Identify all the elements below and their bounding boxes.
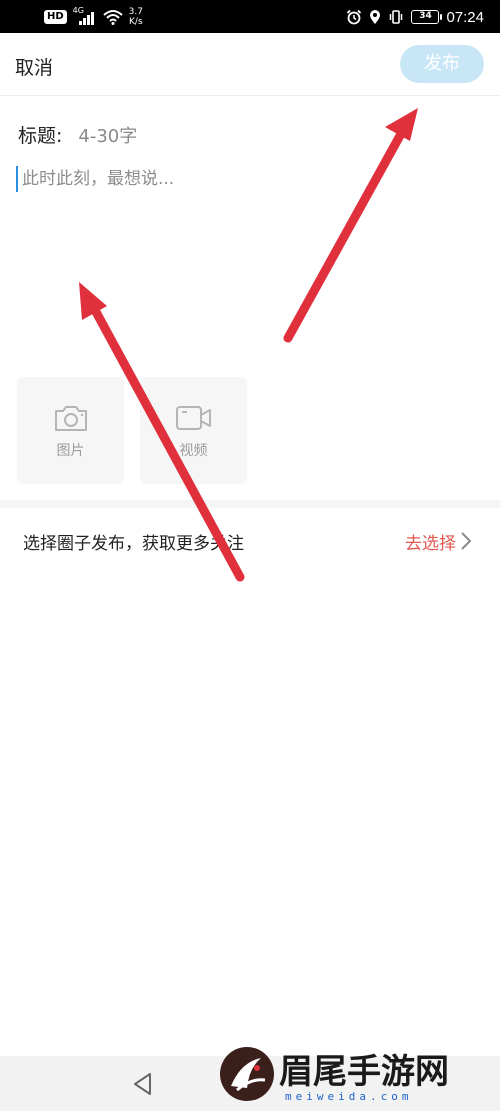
content-input[interactable] [22, 164, 482, 344]
battery-icon: 34 [411, 10, 443, 24]
watermark-domain: meiweida.com [285, 1090, 413, 1103]
network-speed: 3.7 K/s [129, 7, 143, 27]
alarm-icon [347, 9, 362, 25]
section-divider [0, 500, 500, 508]
video-label: 视频 [179, 443, 208, 459]
text-caret [16, 166, 18, 192]
chevron-right-icon [461, 532, 472, 550]
add-video-button[interactable]: 视频 [140, 377, 247, 484]
select-circle-link[interactable]: 去选择 [405, 529, 456, 554]
watermark: 眉尾手游网 meiweida.com [215, 1040, 500, 1111]
status-bar: HD 4G 3.7 K/s 34 07:24 [0, 0, 500, 33]
cellular-signal-icon: 4G [73, 7, 97, 27]
title-input[interactable] [78, 126, 379, 147]
hd-badge: HD [44, 10, 67, 24]
clock: 07:24 [446, 8, 484, 26]
title-label: 标题: [18, 125, 63, 147]
speed-unit: K/s [129, 17, 143, 27]
video-camera-icon [176, 406, 211, 430]
speed-value: 3.7 [128, 7, 143, 17]
watermark-logo [220, 1047, 274, 1101]
select-circle-row[interactable]: 选择圈子发布，获取更多关注 去选择 [0, 508, 500, 572]
add-photo-button[interactable]: 图片 [17, 377, 124, 484]
back-triangle-icon[interactable] [130, 1071, 156, 1097]
watermark-brand: 眉尾手游网 [279, 1052, 449, 1092]
post-header: 取消 发布 [0, 33, 500, 96]
title-row: 标题: [18, 121, 379, 148]
circle-prompt: 选择圈子发布，获取更多关注 [23, 534, 244, 554]
cancel-button[interactable]: 取消 [15, 53, 53, 80]
photo-label: 图片 [56, 443, 85, 459]
vibrate-icon [390, 10, 403, 24]
content-area [16, 164, 486, 354]
location-icon [370, 10, 381, 24]
camera-icon [55, 406, 87, 431]
publish-button[interactable]: 发布 [400, 45, 484, 83]
wifi-icon [103, 10, 123, 25]
